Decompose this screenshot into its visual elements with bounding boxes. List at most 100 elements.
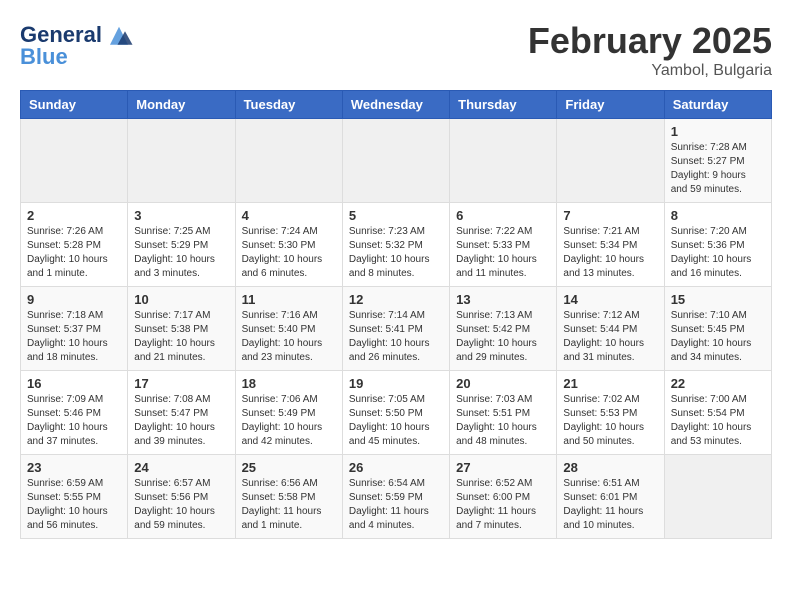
day-number: 19 (349, 376, 443, 391)
day-info: Sunrise: 6:54 AM Sunset: 5:59 PM Dayligh… (349, 477, 443, 533)
day-cell (557, 119, 664, 203)
week-row-4: 16 Sunrise: 7:09 AM Sunset: 5:46 PM Dayli… (21, 371, 772, 455)
day-header-sunday: Sunday (21, 91, 128, 119)
day-number: 20 (456, 376, 550, 391)
day-number: 14 (563, 292, 657, 307)
day-info: Sunrise: 7:02 AM Sunset: 5:53 PM Dayligh… (563, 393, 657, 449)
day-number: 11 (242, 292, 336, 307)
location: Yambol, Bulgaria (528, 62, 772, 80)
day-cell: 18 Sunrise: 7:06 AM Sunset: 5:49 PM Dayli… (235, 371, 342, 455)
day-number: 25 (242, 460, 336, 475)
week-row-5: 23 Sunrise: 6:59 AM Sunset: 5:55 PM Dayli… (21, 455, 772, 539)
calendar-table: SundayMondayTuesdayWednesdayThursdayFrid… (20, 90, 772, 539)
day-info: Sunrise: 6:59 AM Sunset: 5:55 PM Dayligh… (27, 477, 121, 533)
day-info: Sunrise: 7:24 AM Sunset: 5:30 PM Dayligh… (242, 225, 336, 281)
day-cell (235, 119, 342, 203)
week-row-2: 2 Sunrise: 7:26 AM Sunset: 5:28 PM Daylig… (21, 203, 772, 287)
day-number: 10 (134, 292, 228, 307)
week-row-1: 1 Sunrise: 7:28 AM Sunset: 5:27 PM Daylig… (21, 119, 772, 203)
day-number: 3 (134, 208, 228, 223)
day-info: Sunrise: 7:22 AM Sunset: 5:33 PM Dayligh… (456, 225, 550, 281)
day-header-monday: Monday (128, 91, 235, 119)
day-cell (664, 455, 771, 539)
day-number: 18 (242, 376, 336, 391)
day-info: Sunrise: 7:09 AM Sunset: 5:46 PM Dayligh… (27, 393, 121, 449)
day-cell: 24 Sunrise: 6:57 AM Sunset: 5:56 PM Dayli… (128, 455, 235, 539)
day-cell: 5 Sunrise: 7:23 AM Sunset: 5:32 PM Daylig… (342, 203, 449, 287)
day-info: Sunrise: 7:18 AM Sunset: 5:37 PM Dayligh… (27, 309, 121, 365)
day-cell: 15Sunrise: 7:10 AM Sunset: 5:45 PM Dayli… (664, 287, 771, 371)
day-number: 9 (27, 292, 121, 307)
title-section: February 2025 Yambol, Bulgaria (528, 20, 772, 80)
day-cell: 9 Sunrise: 7:18 AM Sunset: 5:37 PM Daylig… (21, 287, 128, 371)
day-cell: 6 Sunrise: 7:22 AM Sunset: 5:33 PM Daylig… (450, 203, 557, 287)
day-cell: 25 Sunrise: 6:56 AM Sunset: 5:58 PM Dayli… (235, 455, 342, 539)
day-number: 28 (563, 460, 657, 475)
day-cell: 1 Sunrise: 7:28 AM Sunset: 5:27 PM Daylig… (664, 119, 771, 203)
logo-icon (104, 20, 134, 50)
day-cell: 12 Sunrise: 7:14 AM Sunset: 5:41 PM Dayli… (342, 287, 449, 371)
day-cell: 20 Sunrise: 7:03 AM Sunset: 5:51 PM Dayli… (450, 371, 557, 455)
day-cell (128, 119, 235, 203)
day-number: 23 (27, 460, 121, 475)
day-cell (21, 119, 128, 203)
day-cell (342, 119, 449, 203)
day-cell: 23 Sunrise: 6:59 AM Sunset: 5:55 PM Dayli… (21, 455, 128, 539)
day-info: Sunrise: 6:57 AM Sunset: 5:56 PM Dayligh… (134, 477, 228, 533)
day-info: Sunrise: 7:26 AM Sunset: 5:28 PM Dayligh… (27, 225, 121, 281)
day-info: Sunrise: 7:21 AM Sunset: 5:34 PM Dayligh… (563, 225, 657, 281)
day-number: 21 (563, 376, 657, 391)
day-number: 2 (27, 208, 121, 223)
day-header-saturday: Saturday (664, 91, 771, 119)
day-number: 1 (671, 124, 765, 139)
day-cell: 10 Sunrise: 7:17 AM Sunset: 5:38 PM Dayli… (128, 287, 235, 371)
day-number: 5 (349, 208, 443, 223)
day-number: 24 (134, 460, 228, 475)
day-info: Sunrise: 7:28 AM Sunset: 5:27 PM Dayligh… (671, 141, 765, 197)
day-header-tuesday: Tuesday (235, 91, 342, 119)
day-info: Sunrise: 7:08 AM Sunset: 5:47 PM Dayligh… (134, 393, 228, 449)
day-cell: 11 Sunrise: 7:16 AM Sunset: 5:40 PM Dayli… (235, 287, 342, 371)
day-cell: 2 Sunrise: 7:26 AM Sunset: 5:28 PM Daylig… (21, 203, 128, 287)
day-cell: 16 Sunrise: 7:09 AM Sunset: 5:46 PM Dayli… (21, 371, 128, 455)
day-number: 15 (671, 292, 765, 307)
day-info: Sunrise: 6:51 AM Sunset: 6:01 PM Dayligh… (563, 477, 657, 533)
day-info: Sunrise: 6:52 AM Sunset: 6:00 PM Dayligh… (456, 477, 550, 533)
day-number: 17 (134, 376, 228, 391)
day-info: Sunrise: 7:16 AM Sunset: 5:40 PM Dayligh… (242, 309, 336, 365)
day-number: 12 (349, 292, 443, 307)
day-cell: 8Sunrise: 7:20 AM Sunset: 5:36 PM Daylig… (664, 203, 771, 287)
day-info: Sunrise: 7:06 AM Sunset: 5:49 PM Dayligh… (242, 393, 336, 449)
month-year: February 2025 (528, 20, 772, 62)
day-info: Sunrise: 7:12 AM Sunset: 5:44 PM Dayligh… (563, 309, 657, 365)
day-header-wednesday: Wednesday (342, 91, 449, 119)
day-cell: 3Sunrise: 7:25 AM Sunset: 5:29 PM Daylig… (128, 203, 235, 287)
day-number: 6 (456, 208, 550, 223)
day-number: 16 (27, 376, 121, 391)
day-number: 26 (349, 460, 443, 475)
day-number: 13 (456, 292, 550, 307)
day-info: Sunrise: 7:00 AM Sunset: 5:54 PM Dayligh… (671, 393, 765, 449)
page-header: General Blue February 2025 Yambol, Bulga… (20, 20, 772, 80)
day-header-thursday: Thursday (450, 91, 557, 119)
day-info: Sunrise: 6:56 AM Sunset: 5:58 PM Dayligh… (242, 477, 336, 533)
day-info: Sunrise: 7:23 AM Sunset: 5:32 PM Dayligh… (349, 225, 443, 281)
day-cell: 19 Sunrise: 7:05 AM Sunset: 5:50 PM Dayli… (342, 371, 449, 455)
day-info: Sunrise: 7:14 AM Sunset: 5:41 PM Dayligh… (349, 309, 443, 365)
week-row-3: 9 Sunrise: 7:18 AM Sunset: 5:37 PM Daylig… (21, 287, 772, 371)
day-info: Sunrise: 7:17 AM Sunset: 5:38 PM Dayligh… (134, 309, 228, 365)
day-info: Sunrise: 7:13 AM Sunset: 5:42 PM Dayligh… (456, 309, 550, 365)
day-cell: 4 Sunrise: 7:24 AM Sunset: 5:30 PM Daylig… (235, 203, 342, 287)
day-number: 7 (563, 208, 657, 223)
day-info: Sunrise: 7:03 AM Sunset: 5:51 PM Dayligh… (456, 393, 550, 449)
day-number: 4 (242, 208, 336, 223)
day-cell: 13 Sunrise: 7:13 AM Sunset: 5:42 PM Dayli… (450, 287, 557, 371)
day-number: 22 (671, 376, 765, 391)
day-info: Sunrise: 7:05 AM Sunset: 5:50 PM Dayligh… (349, 393, 443, 449)
day-cell: 14 Sunrise: 7:12 AM Sunset: 5:44 PM Dayli… (557, 287, 664, 371)
day-cell: 27 Sunrise: 6:52 AM Sunset: 6:00 PM Dayli… (450, 455, 557, 539)
day-cell: 7 Sunrise: 7:21 AM Sunset: 5:34 PM Daylig… (557, 203, 664, 287)
day-number: 27 (456, 460, 550, 475)
logo: General Blue (20, 20, 134, 70)
day-number: 8 (671, 208, 765, 223)
